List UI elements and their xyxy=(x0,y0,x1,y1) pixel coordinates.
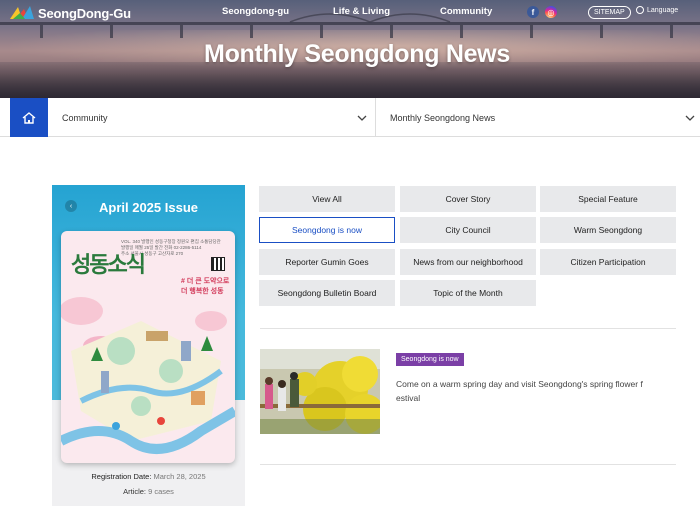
breadcrumb-level1-label: Community xyxy=(62,112,108,123)
category-city-council[interactable]: City Council xyxy=(400,217,536,243)
logo-mark-icon xyxy=(10,6,34,19)
category-view-all[interactable]: View All xyxy=(259,186,395,212)
qr-code-icon xyxy=(211,257,225,271)
category-topic-of-month[interactable]: Topic of the Month xyxy=(400,280,536,306)
divider xyxy=(260,464,676,465)
article-category-badge: Seongdong is now xyxy=(396,353,464,366)
divider xyxy=(260,328,676,329)
article-title-link[interactable]: Come on a warm spring day and visit Seon… xyxy=(396,377,646,405)
language-label: Language xyxy=(647,6,679,14)
article-thumbnail[interactable] xyxy=(260,349,380,434)
nav-community[interactable]: Community xyxy=(440,6,492,17)
category-seongdong-is-now[interactable]: Seongdong is now xyxy=(259,217,395,243)
magazine-name: 성동소식 xyxy=(71,253,146,278)
spring-festival-photo xyxy=(260,349,380,434)
breadcrumb-level2-label: Monthly Seongdong News xyxy=(390,112,496,123)
breadcrumb: Community Monthly Seongdong News xyxy=(0,98,700,137)
category-special-feature[interactable]: Special Feature xyxy=(540,186,676,212)
breadcrumb-level2-dropdown[interactable]: Monthly Seongdong News xyxy=(390,98,700,137)
nav-seongdong-gu[interactable]: Seongdong-gu xyxy=(222,6,289,17)
category-citizen-participation[interactable]: Citizen Participation xyxy=(540,249,676,275)
category-news-from-neighborhood[interactable]: News from our neighborhood xyxy=(400,249,536,275)
issue-panel: ‹ April 2025 Issue VOL. 340 발행인 성동구청장 정원… xyxy=(52,185,245,506)
category-cover-story[interactable]: Cover Story xyxy=(400,186,536,212)
home-icon xyxy=(22,111,36,124)
registration-date: Registration Date: March 28, 2025 xyxy=(91,472,206,481)
illustrated-map xyxy=(61,297,235,454)
hero-banner: SeongDong-Gu Seongdong-gu Life & Living … xyxy=(0,0,700,98)
instagram-icon[interactable]: ◎ xyxy=(545,6,557,18)
globe-icon xyxy=(636,6,644,14)
facebook-icon[interactable]: f xyxy=(527,6,539,18)
category-reporter-gumin-goes[interactable]: Reporter Gumin Goes xyxy=(259,249,395,275)
home-button[interactable] xyxy=(10,98,48,137)
sitemap-button[interactable]: SITEMAP xyxy=(588,6,631,19)
language-selector[interactable]: Language xyxy=(636,6,678,14)
article-count: Article: 9 cases xyxy=(123,487,174,496)
chevron-down-icon xyxy=(357,115,367,121)
category-bulletin-board[interactable]: Seongdong Bulletin Board xyxy=(259,280,395,306)
page-title: Monthly Seongdong News xyxy=(204,40,510,68)
nav-life-living[interactable]: Life & Living xyxy=(333,6,390,17)
chevron-down-icon xyxy=(685,115,695,121)
logo-text: SeongDong-Gu xyxy=(38,5,131,21)
site-logo[interactable]: SeongDong-Gu xyxy=(10,4,131,22)
breadcrumb-level1-dropdown[interactable]: Community xyxy=(62,98,376,137)
category-warm-seongdong[interactable]: Warm Seongdong xyxy=(540,217,676,243)
magazine-cover-image[interactable]: VOL. 340 발행인 성동구청장 정원오 편집 소통담당관 발행일 매월 2… xyxy=(61,231,235,463)
issue-title: April 2025 Issue xyxy=(99,200,198,215)
